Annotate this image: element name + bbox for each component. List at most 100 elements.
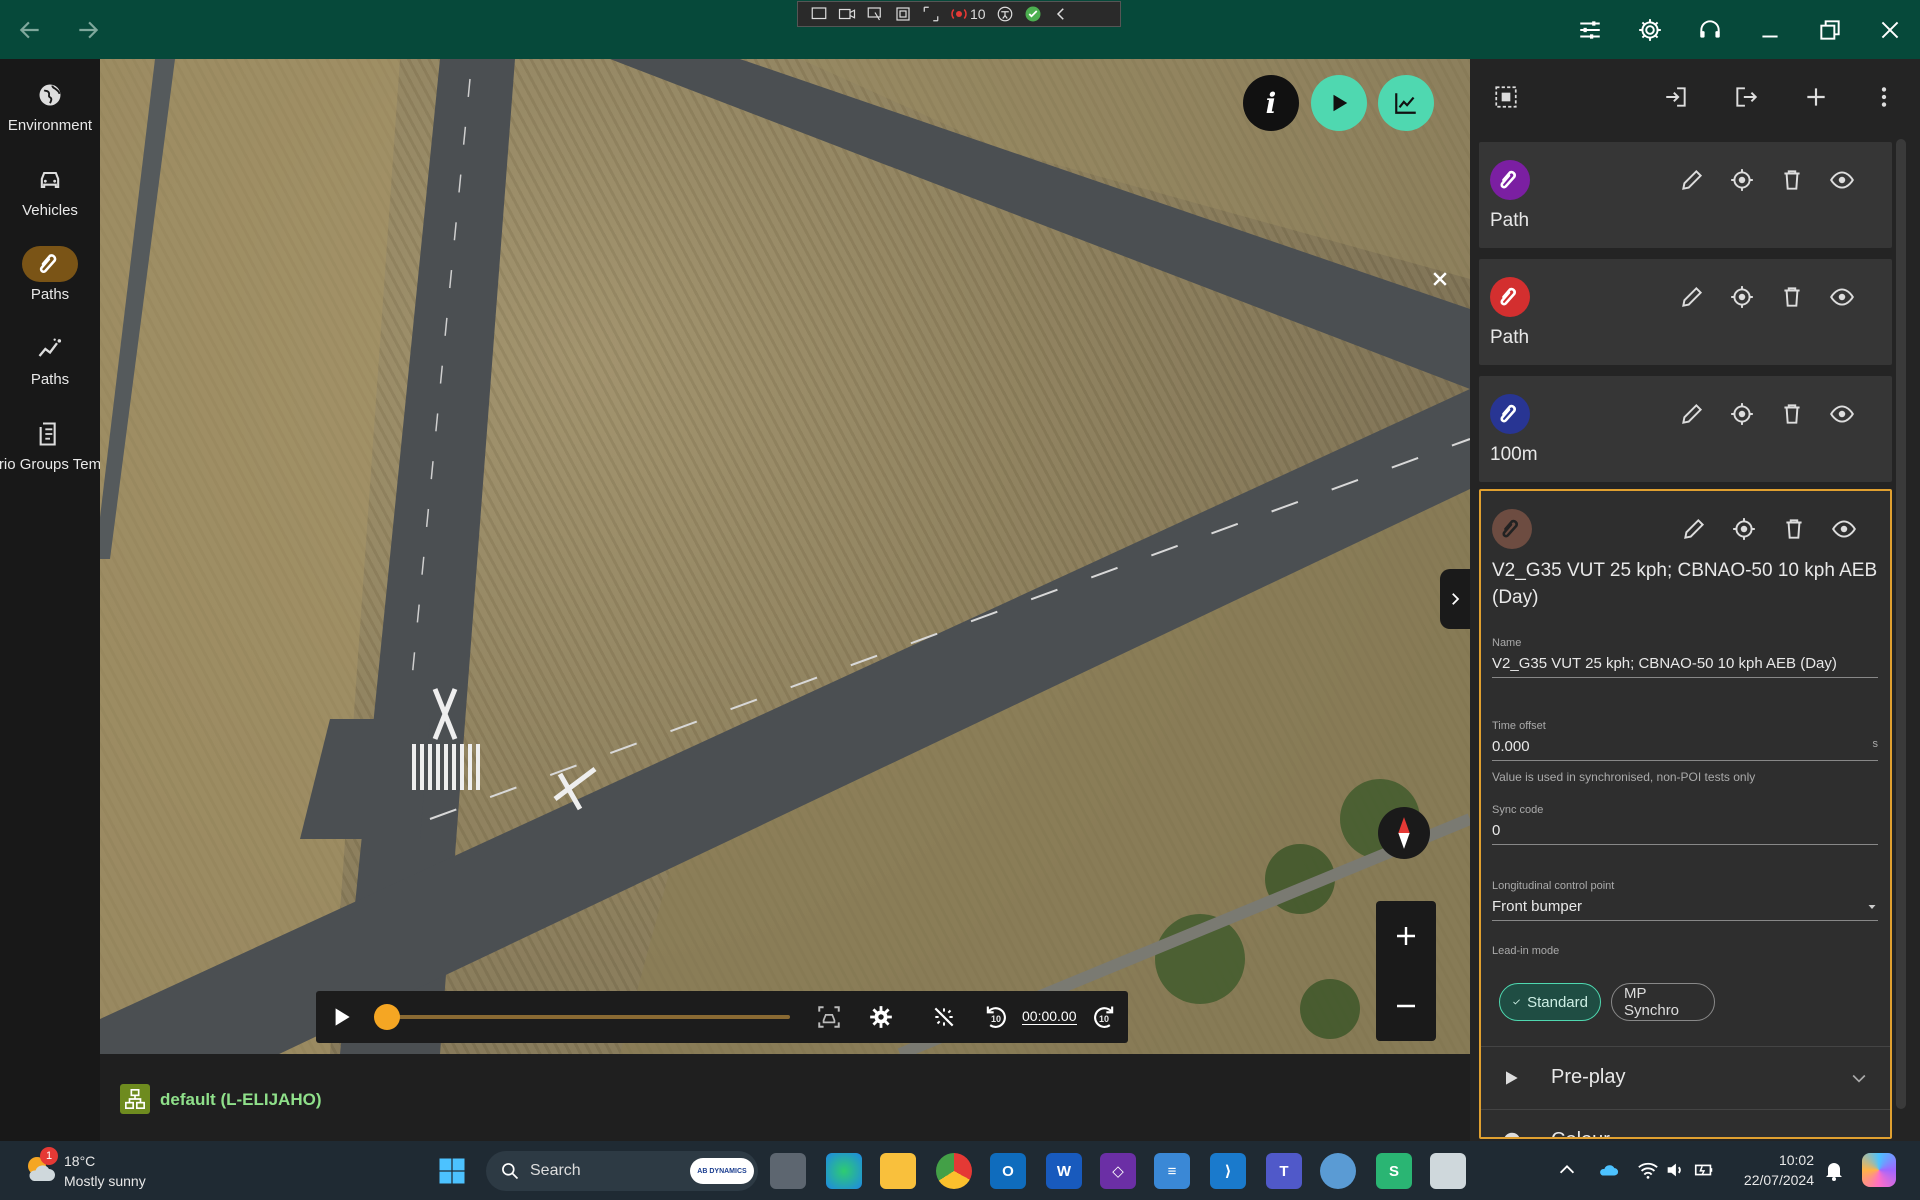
path-avatar bbox=[1490, 160, 1530, 200]
pointer-icon[interactable] bbox=[866, 5, 884, 23]
time-offset-field[interactable]: Time offset 0.000 s bbox=[1492, 720, 1878, 761]
chevron-left-icon[interactable] bbox=[1052, 5, 1070, 23]
copilot-icon[interactable] bbox=[1862, 1153, 1896, 1187]
chevron-up-icon[interactable] bbox=[1556, 1159, 1578, 1181]
delete-icon[interactable] bbox=[1774, 162, 1810, 198]
play-scenario-button[interactable] bbox=[1311, 75, 1367, 131]
delete-icon[interactable] bbox=[1776, 511, 1812, 547]
panel-scrollbar[interactable] bbox=[1896, 139, 1906, 1109]
back-arrow-icon[interactable] bbox=[12, 12, 48, 48]
support-headset-icon[interactable] bbox=[1692, 12, 1728, 48]
onedrive-icon[interactable] bbox=[1596, 1159, 1620, 1181]
locate-icon[interactable] bbox=[1724, 396, 1760, 432]
locate-icon[interactable] bbox=[1724, 279, 1760, 315]
printer-app-icon[interactable] bbox=[1430, 1153, 1466, 1189]
screen-select-icon[interactable] bbox=[810, 5, 828, 23]
lead-in-standard-chip[interactable]: Standard bbox=[1499, 983, 1601, 1021]
edit-icon[interactable] bbox=[1676, 511, 1712, 547]
visibility-icon[interactable] bbox=[1826, 511, 1862, 547]
weather-text[interactable]: 18°C Mostly sunny bbox=[64, 1151, 146, 1191]
word-icon[interactable]: W bbox=[1046, 1153, 1082, 1189]
task-view-icon[interactable] bbox=[770, 1153, 806, 1189]
notepad-icon[interactable]: ≡ bbox=[1154, 1153, 1190, 1189]
snipping-tool-icon[interactable] bbox=[1320, 1153, 1356, 1189]
delete-icon[interactable] bbox=[1774, 396, 1810, 432]
close-icon[interactable] bbox=[1872, 12, 1908, 48]
chrome-icon[interactable] bbox=[936, 1153, 972, 1189]
export-icon[interactable] bbox=[1730, 81, 1762, 113]
clock[interactable]: 10:02 22/07/2024 bbox=[1736, 1150, 1814, 1190]
playback-settings-button[interactable] bbox=[868, 1004, 894, 1030]
notification-bell-icon[interactable] bbox=[1822, 1158, 1846, 1182]
path-card[interactable]: Path bbox=[1479, 142, 1892, 248]
visibility-icon[interactable] bbox=[1824, 396, 1860, 432]
nav-item-scenario-groups[interactable]: rio Groups Tem bbox=[0, 416, 101, 496]
colour-section[interactable]: Colour bbox=[1481, 1109, 1890, 1137]
skip-forward-button[interactable]: 10 bbox=[1090, 1003, 1118, 1031]
weather-widget[interactable]: 1 bbox=[22, 1147, 62, 1191]
path-card-selected[interactable]: V2_G35 VUT 25 kph; CBNAO-50 10 kph AEB (… bbox=[1479, 489, 1892, 1139]
playback-play-button[interactable] bbox=[328, 1004, 354, 1030]
aerial-map[interactable]: i 10 00:00.00 10 bbox=[100, 59, 1470, 1054]
check-circle-icon[interactable] bbox=[1024, 5, 1042, 23]
compass-button[interactable] bbox=[1378, 807, 1430, 859]
nav-item-environment[interactable]: Environment bbox=[0, 77, 100, 157]
zoom-out-button[interactable] bbox=[1376, 971, 1436, 1041]
forward-arrow-icon[interactable] bbox=[70, 12, 106, 48]
outlook-icon[interactable]: O bbox=[990, 1153, 1026, 1189]
playback-slider-track[interactable] bbox=[376, 1015, 790, 1019]
sync-code-field[interactable]: Sync code 0 bbox=[1492, 804, 1878, 845]
longitudinal-control-point-select[interactable]: Longitudinal control point Front bumper bbox=[1492, 880, 1878, 921]
name-field[interactable]: Name V2_G35 VUT 25 kph; CBNAO-50 10 kph … bbox=[1492, 637, 1878, 678]
edit-icon[interactable] bbox=[1674, 162, 1710, 198]
locate-icon[interactable] bbox=[1726, 511, 1762, 547]
teams-icon[interactable]: T bbox=[1266, 1153, 1302, 1189]
more-vertical-icon[interactable] bbox=[1868, 81, 1900, 113]
fullscreen-icon[interactable] bbox=[894, 5, 912, 23]
settings-gear-icon[interactable] bbox=[1632, 12, 1668, 48]
add-path-icon[interactable] bbox=[1800, 81, 1832, 113]
camera-follow-button[interactable] bbox=[816, 1004, 842, 1030]
region-select-icon[interactable] bbox=[922, 5, 940, 23]
nav-item-paths[interactable]: Paths bbox=[0, 246, 100, 326]
collapse-x-icon[interactable] bbox=[1430, 269, 1450, 289]
playback-slider-thumb[interactable] bbox=[374, 1004, 400, 1030]
pre-play-section[interactable]: Pre-play bbox=[1481, 1046, 1890, 1108]
restore-icon[interactable] bbox=[1812, 12, 1848, 48]
locate-icon[interactable] bbox=[1724, 162, 1760, 198]
vscode-icon[interactable]: ⟩ bbox=[1210, 1153, 1246, 1189]
select-all-icon[interactable] bbox=[1490, 81, 1522, 113]
path-card[interactable]: 100m bbox=[1479, 376, 1892, 482]
zoom-in-button[interactable] bbox=[1376, 901, 1436, 971]
nav-item-vehicles[interactable]: Vehicles bbox=[0, 162, 100, 242]
path-card[interactable]: Path bbox=[1479, 259, 1892, 365]
start-button[interactable] bbox=[434, 1153, 470, 1189]
import-icon[interactable] bbox=[1660, 81, 1692, 113]
app-s-icon[interactable]: S bbox=[1376, 1153, 1412, 1189]
disconnect-button[interactable] bbox=[931, 1004, 957, 1030]
visual-studio-icon[interactable]: ◇ bbox=[1100, 1153, 1136, 1189]
edit-icon[interactable] bbox=[1674, 396, 1710, 432]
project-label[interactable]: default (L-ELIJAHO) bbox=[160, 1090, 322, 1110]
info-button[interactable]: i bbox=[1243, 75, 1299, 131]
wifi-icon[interactable] bbox=[1636, 1159, 1660, 1181]
nav-item-paths-analysis[interactable]: Paths bbox=[0, 331, 100, 411]
chart-button[interactable] bbox=[1378, 75, 1434, 131]
delete-icon[interactable] bbox=[1774, 279, 1810, 315]
visibility-icon[interactable] bbox=[1824, 279, 1860, 315]
file-explorer-icon[interactable] bbox=[880, 1153, 916, 1189]
visibility-icon[interactable] bbox=[1824, 162, 1860, 198]
camera-icon[interactable] bbox=[838, 5, 856, 23]
taskbar-search[interactable]: Search AB DYNAMICS bbox=[486, 1151, 758, 1191]
edit-icon[interactable] bbox=[1674, 279, 1710, 315]
edge-browser-icon[interactable] bbox=[826, 1153, 862, 1189]
sliders-icon[interactable] bbox=[1572, 12, 1608, 48]
minimize-icon[interactable] bbox=[1752, 12, 1788, 48]
skip-back-button[interactable]: 10 bbox=[982, 1003, 1010, 1031]
panel-expand-button[interactable] bbox=[1440, 569, 1470, 629]
volume-icon[interactable] bbox=[1664, 1159, 1686, 1181]
battery-icon[interactable] bbox=[1692, 1159, 1716, 1181]
playback-bar: 10 00:00.00 10 bbox=[316, 991, 1128, 1043]
lead-in-mp-synchro-chip[interactable]: MP Synchro bbox=[1611, 983, 1715, 1021]
accessibility-icon[interactable] bbox=[996, 5, 1014, 23]
